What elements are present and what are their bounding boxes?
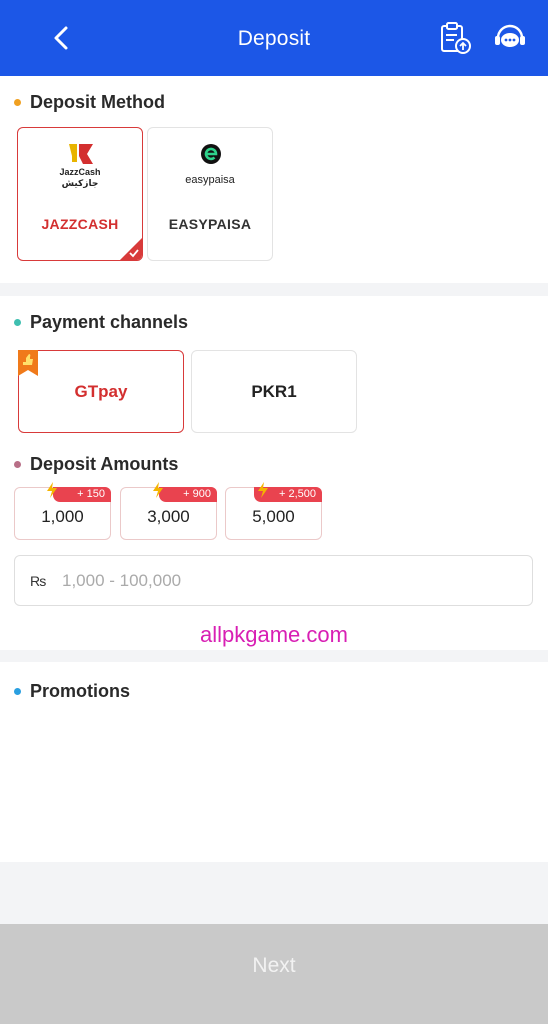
currency-symbol: ₨ bbox=[30, 572, 47, 589]
amount-value: 5,000 bbox=[252, 507, 295, 526]
amount-input-box[interactable]: ₨ bbox=[14, 555, 533, 606]
bullet-dot bbox=[14, 99, 21, 106]
method-card-jazzcash[interactable]: JazzCash جازکیش JAZZCASH bbox=[17, 127, 143, 261]
deposit-amounts-label: Deposit Amounts bbox=[30, 454, 179, 474]
headset-chat-icon[interactable] bbox=[492, 20, 528, 56]
lightning-icon bbox=[258, 482, 268, 498]
deposit-method-heading: Deposit Method bbox=[14, 92, 165, 113]
easypaisa-logo-text: easypaisa bbox=[185, 174, 235, 186]
promotions-label: Promotions bbox=[30, 681, 131, 701]
next-button-label: Next bbox=[252, 954, 296, 977]
jazzcash-logo-text: JazzCash bbox=[59, 167, 101, 177]
amount-option-3000[interactable]: + 900 3,000 bbox=[120, 482, 217, 540]
payment-channels-heading: Payment channels bbox=[14, 312, 188, 333]
amount-option-1000[interactable]: + 150 1,000 bbox=[14, 482, 111, 540]
channel-label-gtpay: GTpay bbox=[74, 381, 128, 401]
method-card-easypaisa[interactable]: easypaisa EASYPAISA bbox=[147, 127, 273, 261]
amount-option-5000[interactable]: + 2,500 5,000 bbox=[225, 482, 322, 540]
amount-value: 3,000 bbox=[147, 507, 190, 526]
promotions-heading: Promotions bbox=[14, 681, 130, 702]
thumbs-up-ribbon-icon bbox=[18, 350, 38, 376]
amount-value: 1,000 bbox=[41, 507, 84, 526]
bullet-dot bbox=[14, 319, 21, 326]
bullet-dot bbox=[14, 461, 21, 468]
checkmark-icon bbox=[129, 249, 139, 258]
method-label-jazzcash: JAZZCASH bbox=[41, 216, 119, 232]
channel-card-pkr1[interactable]: PKR1 bbox=[191, 350, 357, 433]
header-bar: Deposit bbox=[0, 0, 548, 76]
easypaisa-logo-icon bbox=[201, 144, 221, 164]
lightning-icon bbox=[47, 482, 57, 498]
jazzcash-logo-icon bbox=[69, 144, 93, 164]
next-button[interactable]: Next bbox=[0, 924, 548, 1024]
clipboard-upload-icon[interactable] bbox=[437, 20, 473, 56]
bonus-badge: + 150 bbox=[53, 487, 111, 502]
watermark-text: allpkgame.com bbox=[200, 622, 348, 647]
method-label-easypaisa: EASYPAISA bbox=[168, 216, 252, 232]
jazzcash-logo-urdu: جازکیش bbox=[61, 178, 99, 188]
deposit-method-label: Deposit Method bbox=[30, 92, 165, 112]
channel-label-pkr1: PKR1 bbox=[251, 381, 297, 401]
channel-card-gtpay[interactable]: GTpay bbox=[18, 350, 184, 433]
amount-input[interactable] bbox=[62, 570, 482, 591]
deposit-amounts-heading: Deposit Amounts bbox=[14, 454, 178, 475]
bonus-badge: + 900 bbox=[159, 487, 217, 502]
bullet-dot bbox=[14, 688, 21, 695]
payment-channels-label: Payment channels bbox=[30, 312, 189, 332]
lightning-icon bbox=[153, 482, 163, 498]
